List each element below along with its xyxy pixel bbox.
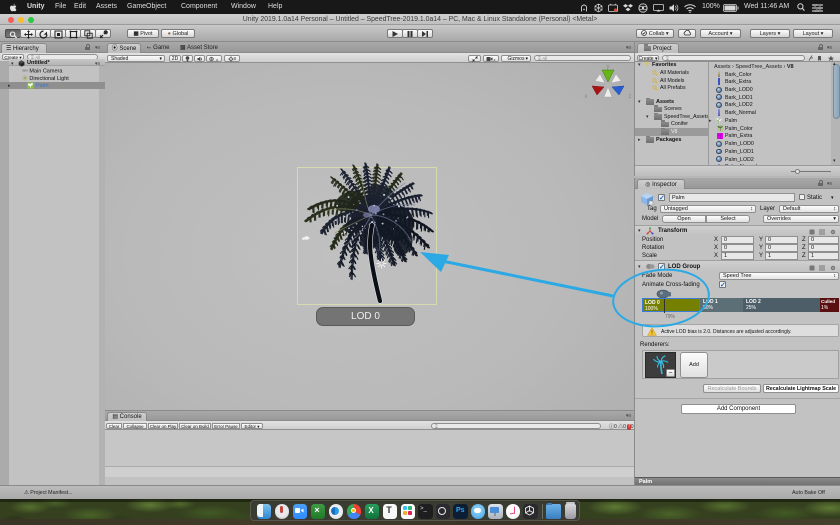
- svg-text:z: z: [629, 94, 632, 100]
- svg-text:y: y: [607, 64, 610, 70]
- svg-text:!: !: [651, 331, 653, 337]
- svg-text:x: x: [585, 94, 588, 100]
